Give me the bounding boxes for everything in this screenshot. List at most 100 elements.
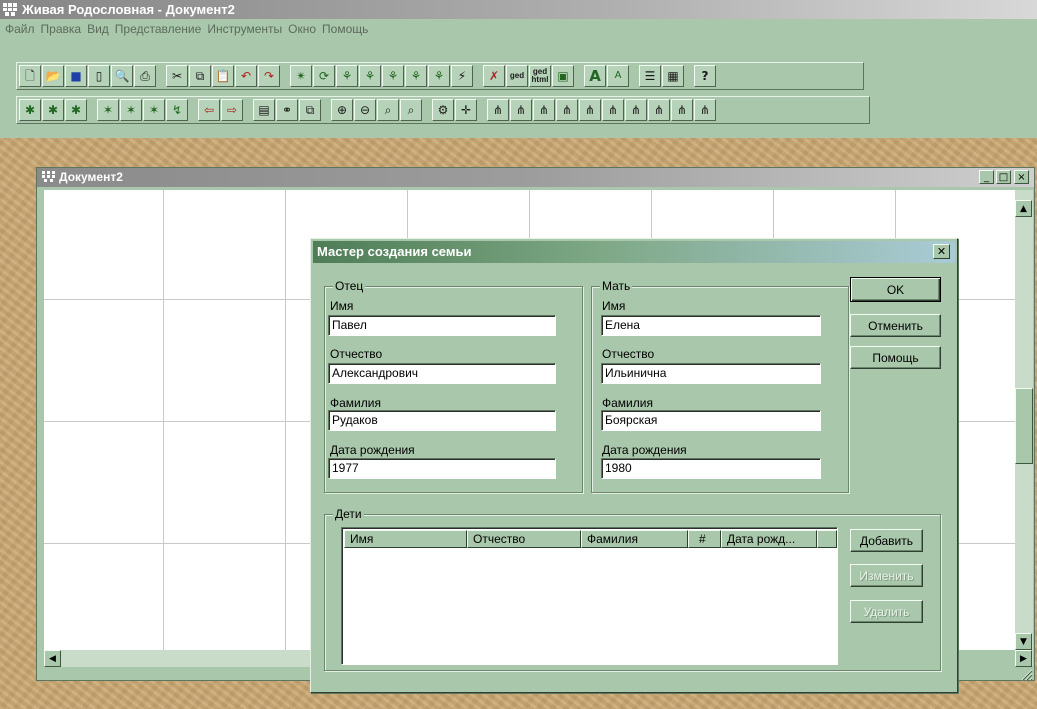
layout-6-button[interactable]: ⋔: [602, 99, 624, 121]
save-button[interactable]: ■: [65, 65, 87, 87]
help-button[interactable]: Помощь: [850, 346, 941, 369]
close-button[interactable]: ×: [1014, 170, 1029, 184]
layout-9-button[interactable]: ⋔: [671, 99, 693, 121]
add-person-2-button[interactable]: ✱: [42, 99, 64, 121]
relation-4-button[interactable]: ↯: [166, 99, 188, 121]
father-name-field[interactable]: Павел: [328, 315, 556, 336]
column-header-birth[interactable]: Дата рожд...: [721, 530, 817, 548]
layout-3-button[interactable]: ⋔: [533, 99, 555, 121]
maximize-button[interactable]: □: [996, 170, 1011, 184]
relation-1-button[interactable]: ✶: [97, 99, 119, 121]
horizontal-scrollbar[interactable]: [44, 650, 314, 667]
menu-help[interactable]: Помощь: [319, 19, 371, 39]
center-button[interactable]: ✛: [455, 99, 477, 121]
grid-toggle-button[interactable]: ▦: [662, 65, 684, 87]
help-context-button[interactable]: ?: [694, 65, 716, 87]
ok-button[interactable]: OK: [850, 277, 941, 302]
add-person-3-button[interactable]: ✱: [65, 99, 87, 121]
menu-edit[interactable]: Правка: [38, 19, 85, 39]
document-title-bar[interactable]: Документ2: [37, 168, 1034, 187]
column-header-name[interactable]: Имя: [344, 530, 467, 548]
zoom-out-button[interactable]: ⊖: [354, 99, 376, 121]
column-header-number[interactable]: #: [688, 530, 721, 548]
layout-2-button[interactable]: ⋔: [510, 99, 532, 121]
dialog-title-bar[interactable]: Мастер создания семьи: [313, 241, 955, 263]
export-image-button[interactable]: ▣: [552, 65, 574, 87]
tree-tool-9-button[interactable]: ✗: [483, 65, 505, 87]
print-button[interactable]: ⎙: [134, 65, 156, 87]
person-card-button[interactable]: ▤: [253, 99, 275, 121]
tree-group-icon: ⚘: [410, 69, 422, 83]
mother-name-label: Имя: [602, 299, 626, 313]
scroll-down-button[interactable]: ▼: [1015, 633, 1032, 650]
menu-window[interactable]: Окно: [285, 19, 319, 39]
column-header-surname[interactable]: Фамилия: [581, 530, 688, 548]
menu-view[interactable]: Вид: [84, 19, 112, 39]
tree-tool-8-button[interactable]: ⚡: [451, 65, 473, 87]
mother-birth-field[interactable]: 1980: [601, 458, 821, 479]
tree-tool-6-button[interactable]: ⚘: [405, 65, 427, 87]
father-surname-field[interactable]: Рудаков: [328, 410, 556, 431]
find-button[interactable]: ⚭: [276, 99, 298, 121]
zoom-fit-button[interactable]: ⌕: [377, 99, 399, 121]
tree-tool-5-button[interactable]: ⚘: [382, 65, 404, 87]
father-birth-field[interactable]: 1977: [328, 458, 556, 479]
paste-button[interactable]: 📋: [212, 65, 234, 87]
cut-button[interactable]: ✂: [166, 65, 188, 87]
copy-button[interactable]: ⧉: [189, 65, 211, 87]
vertical-scroll-thumb[interactable]: [1015, 388, 1033, 464]
relation-2-button[interactable]: ✶: [120, 99, 142, 121]
mother-patronymic-field[interactable]: Ильинична: [601, 363, 821, 384]
tree-tool-4-button[interactable]: ⚘: [359, 65, 381, 87]
menu-tools[interactable]: Инструменты: [204, 19, 285, 39]
delete-child-button[interactable]: Удалить: [850, 600, 923, 623]
find-replace-button[interactable]: ⧉: [299, 99, 321, 121]
undo-button[interactable]: ↶: [235, 65, 257, 87]
resize-grip-icon[interactable]: [1019, 667, 1033, 681]
relation-3-button[interactable]: ✶: [143, 99, 165, 121]
layout-5-button[interactable]: ⋔: [579, 99, 601, 121]
dialog-close-button[interactable]: ✕: [933, 244, 950, 259]
layout-10-button[interactable]: ⋔: [694, 99, 716, 121]
cancel-button[interactable]: Отменить: [850, 314, 941, 337]
redo-button[interactable]: ↷: [258, 65, 280, 87]
font-bigger-button[interactable]: A: [584, 65, 606, 87]
tree-tool-3-button[interactable]: ⚘: [336, 65, 358, 87]
forward-button[interactable]: ⇨: [221, 99, 243, 121]
app-title-bar[interactable]: Живая Родословная - Документ2: [0, 0, 1037, 19]
scroll-right-button[interactable]: ▶: [1015, 650, 1032, 667]
layout-8-button[interactable]: ⋔: [648, 99, 670, 121]
print-preview-button[interactable]: 🔍: [111, 65, 133, 87]
edit-child-button[interactable]: Изменить: [850, 564, 923, 587]
tree-tool-1-button[interactable]: ✴: [290, 65, 312, 87]
mother-name-field[interactable]: Елена: [601, 315, 821, 336]
new-document-button[interactable]: 🗋: [19, 65, 41, 87]
open-button[interactable]: 📂: [42, 65, 64, 87]
scroll-up-button[interactable]: ▲: [1015, 200, 1032, 217]
export-ged-html-button[interactable]: ged html: [529, 65, 551, 87]
back-button[interactable]: ⇦: [198, 99, 220, 121]
menu-presentation[interactable]: Представление: [112, 19, 205, 39]
layout-1-button[interactable]: ⋔: [487, 99, 509, 121]
font-smaller-button[interactable]: A: [607, 65, 629, 87]
column-header-patronymic[interactable]: Отчество: [467, 530, 581, 548]
refresh-button[interactable]: ⚙: [432, 99, 454, 121]
father-patronymic-field[interactable]: Александрович: [328, 363, 556, 384]
layout-7-button[interactable]: ⋔: [625, 99, 647, 121]
tree-list-icon: ⚘: [364, 69, 376, 83]
zoom-in-button[interactable]: ⊕: [331, 99, 353, 121]
export-ged-button[interactable]: ged: [506, 65, 528, 87]
add-child-button[interactable]: Добавить: [850, 529, 923, 552]
zoom-area-button[interactable]: ⌕: [400, 99, 422, 121]
layout-4-button[interactable]: ⋔: [556, 99, 578, 121]
tree-tool-7-button[interactable]: ⚘: [428, 65, 450, 87]
tree-tool-2-button[interactable]: ⟳: [313, 65, 335, 87]
layers-button[interactable]: ☰: [639, 65, 661, 87]
add-person-1-button[interactable]: ✱: [19, 99, 41, 121]
children-list[interactable]: Имя Отчество Фамилия # Дата рожд...: [341, 527, 838, 665]
page-setup-button[interactable]: ▯: [88, 65, 110, 87]
minimize-button[interactable]: _: [979, 170, 994, 184]
menu-file[interactable]: Файл: [2, 19, 38, 39]
mother-surname-field[interactable]: Боярская: [601, 410, 821, 431]
scroll-left-button[interactable]: ◀: [44, 650, 61, 667]
